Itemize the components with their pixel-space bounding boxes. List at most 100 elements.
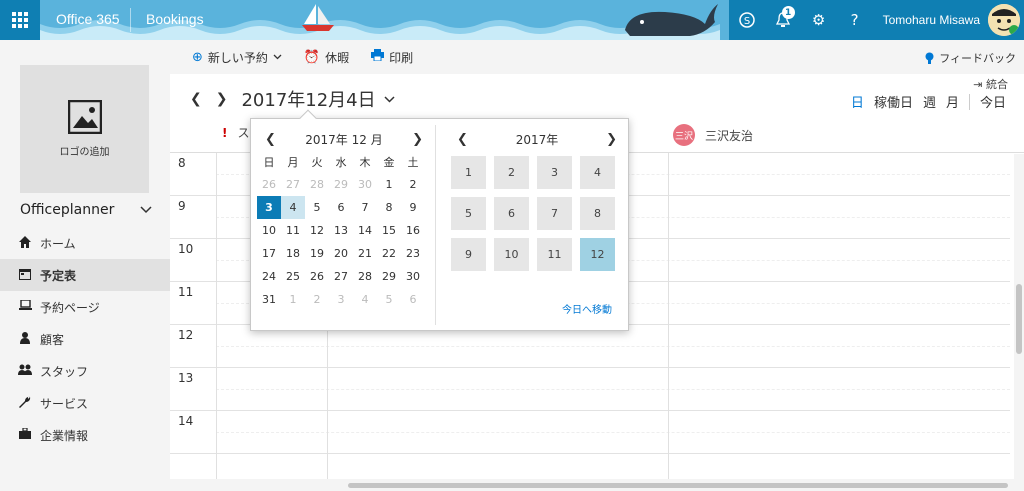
day-cell[interactable]: 5 xyxy=(305,196,329,219)
day-cell[interactable]: 26 xyxy=(257,173,281,196)
sidebar-item-booking-page[interactable]: 予約ページ xyxy=(0,291,170,323)
day-cell[interactable]: 13 xyxy=(329,219,353,242)
day-cell[interactable]: 19 xyxy=(305,242,329,265)
day-cell[interactable]: 8 xyxy=(377,196,401,219)
day-cell[interactable]: 10 xyxy=(257,219,281,242)
day-cell[interactable]: 5 xyxy=(377,288,401,311)
month-cell[interactable]: 11 xyxy=(537,238,572,271)
month-cell[interactable]: 10 xyxy=(494,238,529,271)
office365-link[interactable]: Office 365 xyxy=(56,11,120,27)
day-cell[interactable]: 20 xyxy=(329,242,353,265)
day-cell[interactable]: 30 xyxy=(401,265,425,288)
bookings-link[interactable]: Bookings xyxy=(146,11,204,27)
staff-column-header[interactable]: ! ス xyxy=(222,124,250,141)
go-to-today-link[interactable]: 今日へ移動 xyxy=(562,301,612,316)
settings-button[interactable]: ⚙ xyxy=(801,0,837,40)
next-year-button[interactable]: ❯ xyxy=(606,132,617,147)
scrollbar-thumb[interactable] xyxy=(348,483,1008,488)
sidebar-item-staff[interactable]: スタッフ xyxy=(0,355,170,387)
day-cell[interactable]: 1 xyxy=(377,173,401,196)
merge-button[interactable]: ⇥ 統合 xyxy=(973,76,1008,92)
day-cell[interactable]: 26 xyxy=(305,265,329,288)
business-selector[interactable]: Officeplanner xyxy=(20,202,152,218)
month-cell[interactable]: 4 xyxy=(580,156,615,189)
month-cell-current[interactable]: 12 xyxy=(580,238,615,271)
vertical-scrollbar[interactable] xyxy=(1014,154,1024,491)
month-cell[interactable]: 3 xyxy=(537,156,572,189)
day-cell[interactable]: 30 xyxy=(353,173,377,196)
scrollbar-thumb[interactable] xyxy=(1016,284,1022,354)
day-cell[interactable]: 2 xyxy=(305,288,329,311)
skype-button[interactable]: S xyxy=(729,0,765,40)
view-week[interactable]: 週 xyxy=(923,92,936,111)
day-cell[interactable]: 28 xyxy=(353,265,377,288)
previous-button[interactable]: ❮ xyxy=(190,91,202,107)
month-cell[interactable]: 1 xyxy=(451,156,486,189)
day-cell[interactable]: 14 xyxy=(353,219,377,242)
feedback-button[interactable]: フィードバック xyxy=(925,50,1016,66)
day-cell[interactable]: 3 xyxy=(329,288,353,311)
prev-year-button[interactable]: ❮ xyxy=(457,132,468,147)
help-button[interactable]: ? xyxy=(837,0,873,40)
month-cell[interactable]: 2 xyxy=(494,156,529,189)
day-cell[interactable]: 18 xyxy=(281,242,305,265)
day-cell[interactable]: 4 xyxy=(353,288,377,311)
day-cell[interactable]: 1 xyxy=(281,288,305,311)
sidebar-item-customers[interactable]: 顧客 xyxy=(0,323,170,355)
day-cell[interactable]: 29 xyxy=(377,265,401,288)
calendar-icon xyxy=(18,268,32,283)
today-button[interactable]: 今日 xyxy=(980,92,1006,111)
day-cell[interactable]: 6 xyxy=(329,196,353,219)
day-cell[interactable]: 2 xyxy=(401,173,425,196)
next-button[interactable]: ❯ xyxy=(216,91,228,107)
day-cell[interactable]: 24 xyxy=(257,265,281,288)
day-cell[interactable]: 9 xyxy=(401,196,425,219)
day-cell-selected[interactable]: 4 xyxy=(281,196,305,219)
weekday-label: 金 xyxy=(383,156,395,169)
day-cell[interactable]: 7 xyxy=(353,196,377,219)
avatar[interactable] xyxy=(988,4,1020,36)
day-cell-today[interactable]: 3 xyxy=(257,196,281,219)
app-launcher-button[interactable] xyxy=(0,0,40,40)
day-cell[interactable]: 16 xyxy=(401,219,425,242)
month-cell[interactable]: 9 xyxy=(451,238,486,271)
day-cell[interactable]: 22 xyxy=(377,242,401,265)
sidebar-item-business-info[interactable]: 企業情報 xyxy=(0,419,170,451)
month-cell[interactable]: 6 xyxy=(494,197,529,230)
add-logo-button[interactable]: ロゴの追加 xyxy=(20,65,149,193)
day-cell[interactable]: 11 xyxy=(281,219,305,242)
user-name[interactable]: Tomoharu Misawa xyxy=(873,13,988,27)
print-button[interactable]: 印刷 xyxy=(371,49,413,66)
day-cell[interactable]: 31 xyxy=(257,288,281,311)
new-booking-button[interactable]: ⊕ 新しい予約 xyxy=(192,49,282,66)
staff-column-header[interactable]: 三沢 三沢友治 xyxy=(673,124,753,146)
view-month[interactable]: 月 xyxy=(946,92,959,111)
next-month-button[interactable]: ❯ xyxy=(412,132,423,147)
day-cell[interactable]: 6 xyxy=(401,288,425,311)
day-cell[interactable]: 15 xyxy=(377,219,401,242)
print-label: 印刷 xyxy=(389,50,414,65)
date-picker-toggle[interactable]: 2017年12月4日 xyxy=(241,86,395,112)
time-off-button[interactable]: ⏰ 休暇 xyxy=(304,49,349,66)
day-cell[interactable]: 17 xyxy=(257,242,281,265)
day-cell[interactable]: 23 xyxy=(401,242,425,265)
day-cell[interactable]: 27 xyxy=(329,265,353,288)
sidebar-item-services[interactable]: サービス xyxy=(0,387,170,419)
view-workweek[interactable]: 稼働日 xyxy=(874,92,913,111)
day-cell[interactable]: 21 xyxy=(353,242,377,265)
sidebar-item-calendar[interactable]: 予定表 xyxy=(0,259,170,291)
month-cell[interactable]: 5 xyxy=(451,197,486,230)
plus-circle-icon: ⊕ xyxy=(192,49,203,65)
horizontal-scrollbar[interactable] xyxy=(170,479,1014,491)
prev-month-button[interactable]: ❮ xyxy=(265,132,276,147)
sidebar-item-home[interactable]: ホーム xyxy=(0,227,170,259)
month-cell[interactable]: 8 xyxy=(580,197,615,230)
notifications-button[interactable]: 1 xyxy=(765,0,801,40)
view-day[interactable]: 日 xyxy=(851,92,864,111)
day-cell[interactable]: 12 xyxy=(305,219,329,242)
day-cell[interactable]: 27 xyxy=(281,173,305,196)
month-cell[interactable]: 7 xyxy=(537,197,572,230)
day-cell[interactable]: 28 xyxy=(305,173,329,196)
day-cell[interactable]: 25 xyxy=(281,265,305,288)
day-cell[interactable]: 29 xyxy=(329,173,353,196)
